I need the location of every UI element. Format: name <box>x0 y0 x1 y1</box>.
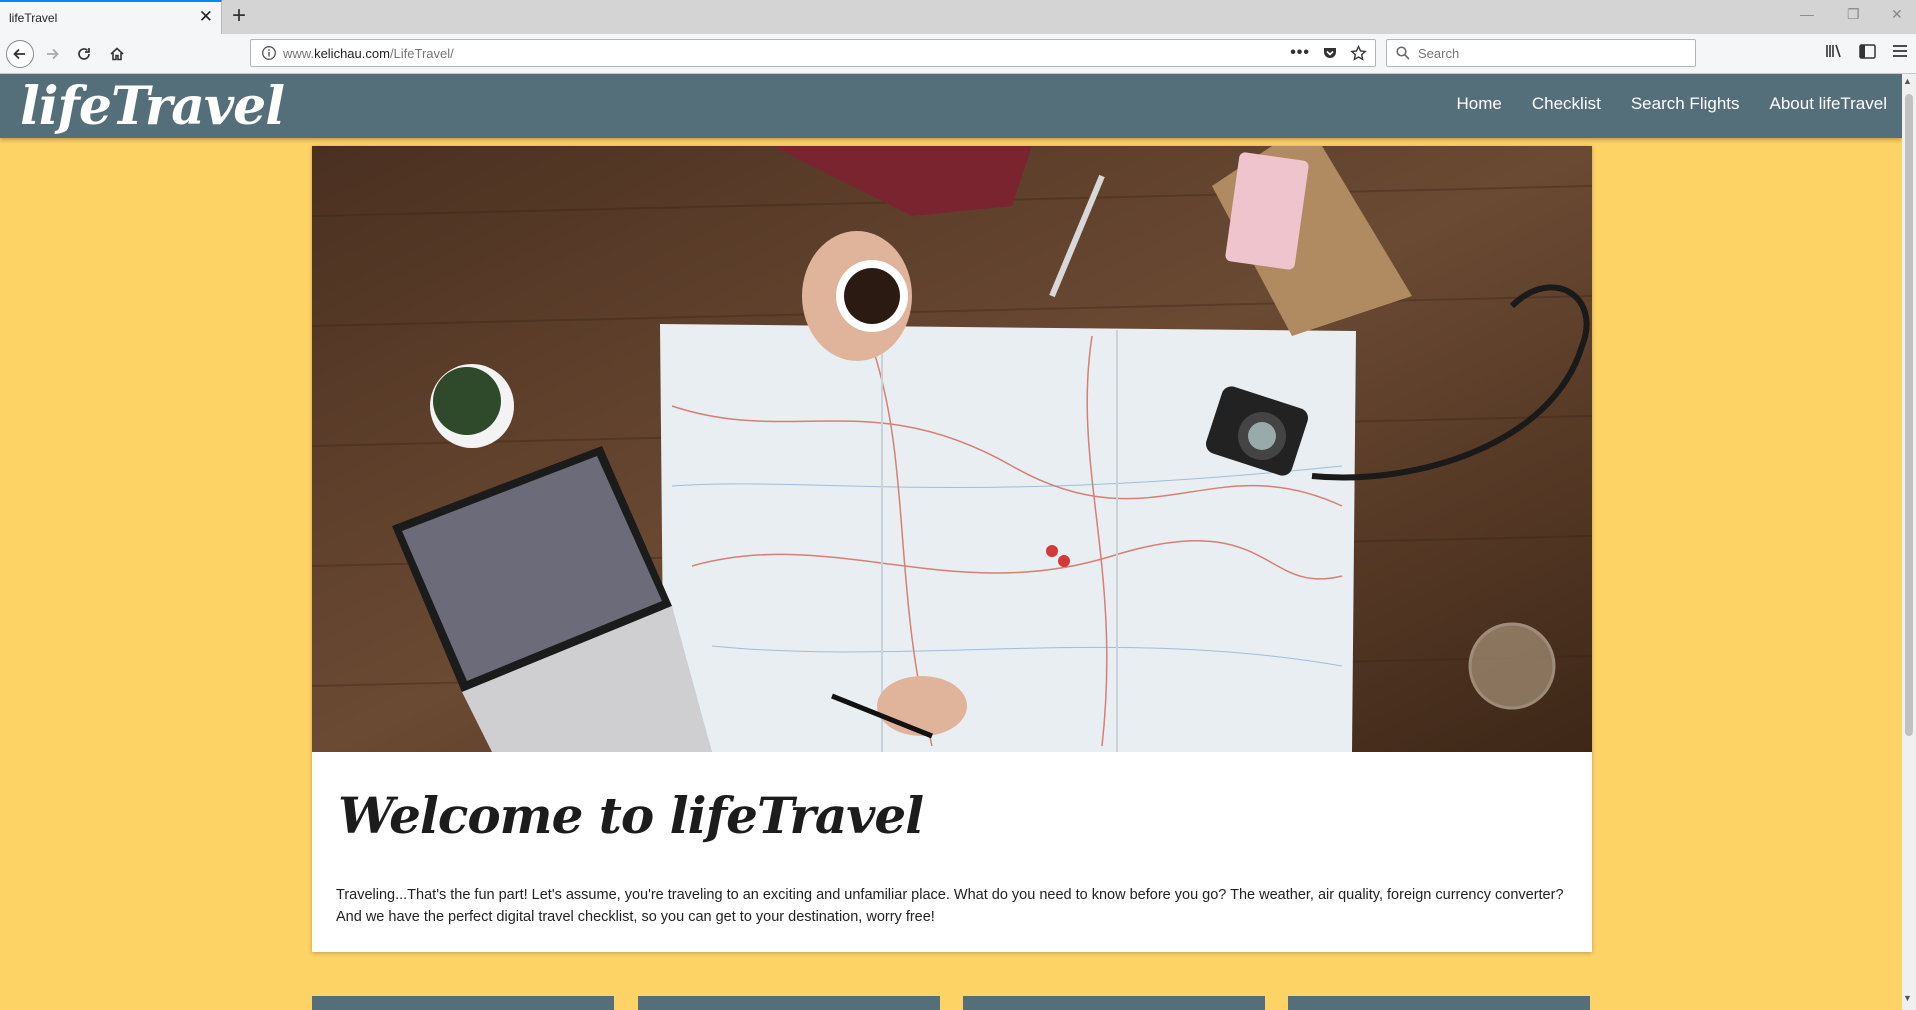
site-logo[interactable]: lifeTravel <box>20 76 285 137</box>
search-placeholder: Search <box>1418 46 1460 61</box>
welcome-heading: Welcome to lifeTravel <box>338 786 924 845</box>
home-icon <box>110 47 124 61</box>
nav-link-home[interactable]: Home <box>1457 94 1502 114</box>
menu-icon[interactable] <box>1892 44 1908 58</box>
intro-paragraph: Traveling...That's the fun part! Let's a… <box>336 887 1564 925</box>
close-window-icon[interactable]: ✕ <box>1891 6 1903 23</box>
back-button[interactable] <box>6 40 34 68</box>
tab-title: lifeTravel <box>9 11 58 25</box>
info-icon[interactable] <box>261 45 277 61</box>
library-icon[interactable] <box>1825 43 1843 59</box>
scrollbar-thumb[interactable] <box>1905 94 1913 736</box>
new-tab-icon[interactable]: + <box>232 4 246 28</box>
nav-link-about[interactable]: About lifeTravel <box>1770 94 1887 114</box>
page-content: lifeTravel Home Checklist Search Flights… <box>0 74 1902 1010</box>
reload-button[interactable] <box>70 40 98 68</box>
sidebar-icon[interactable] <box>1859 43 1876 59</box>
site-header: lifeTravel Home Checklist Search Flights… <box>0 74 1902 138</box>
forward-arrow-icon <box>47 48 59 60</box>
browser-tab[interactable]: lifeTravel ✕ <box>0 0 222 34</box>
welcome-card: Welcome to lifeTravel Traveling...That's… <box>312 146 1592 952</box>
feature-tile[interactable] <box>638 996 940 1010</box>
forward-button[interactable] <box>38 40 66 68</box>
bookmark-star-icon[interactable] <box>1350 44 1367 62</box>
reload-icon <box>78 48 90 60</box>
restore-icon[interactable]: ❐ <box>1847 6 1860 23</box>
browser-navbar: www.kelichau.com/LifeTravel/ ••• Search <box>0 34 1916 74</box>
nav-link-checklist[interactable]: Checklist <box>1532 94 1601 114</box>
feature-tile[interactable] <box>1288 996 1590 1010</box>
feature-tile[interactable] <box>963 996 1265 1010</box>
url-prefix: www. <box>283 46 315 61</box>
search-bar[interactable]: Search <box>1386 39 1696 67</box>
hero-image <box>312 146 1592 752</box>
feature-tile[interactable] <box>312 996 614 1010</box>
close-tab-icon[interactable]: ✕ <box>199 8 213 25</box>
search-icon <box>1396 46 1410 60</box>
page-actions-icon[interactable]: ••• <box>1290 44 1310 62</box>
scroll-up-icon[interactable]: ▲ <box>1903 76 1912 86</box>
url-text: www.kelichau.com/LifeTravel/ <box>283 46 454 61</box>
url-domain: kelichau.com <box>314 46 390 61</box>
back-arrow-icon <box>13 48 25 60</box>
nav-link-search-flights[interactable]: Search Flights <box>1631 94 1740 114</box>
minimize-icon[interactable]: — <box>1800 6 1814 22</box>
browser-tab-strip: lifeTravel ✕ + — ❐ ✕ <box>0 0 1916 34</box>
home-button[interactable] <box>103 40 131 68</box>
site-nav: Home Checklist Search Flights About life… <box>1457 94 1887 114</box>
scroll-down-icon[interactable]: ▼ <box>1903 993 1912 1003</box>
pocket-icon[interactable] <box>1322 45 1338 61</box>
url-bar[interactable]: www.kelichau.com/LifeTravel/ ••• <box>250 39 1376 67</box>
url-path: /LifeTravel/ <box>389 46 454 61</box>
